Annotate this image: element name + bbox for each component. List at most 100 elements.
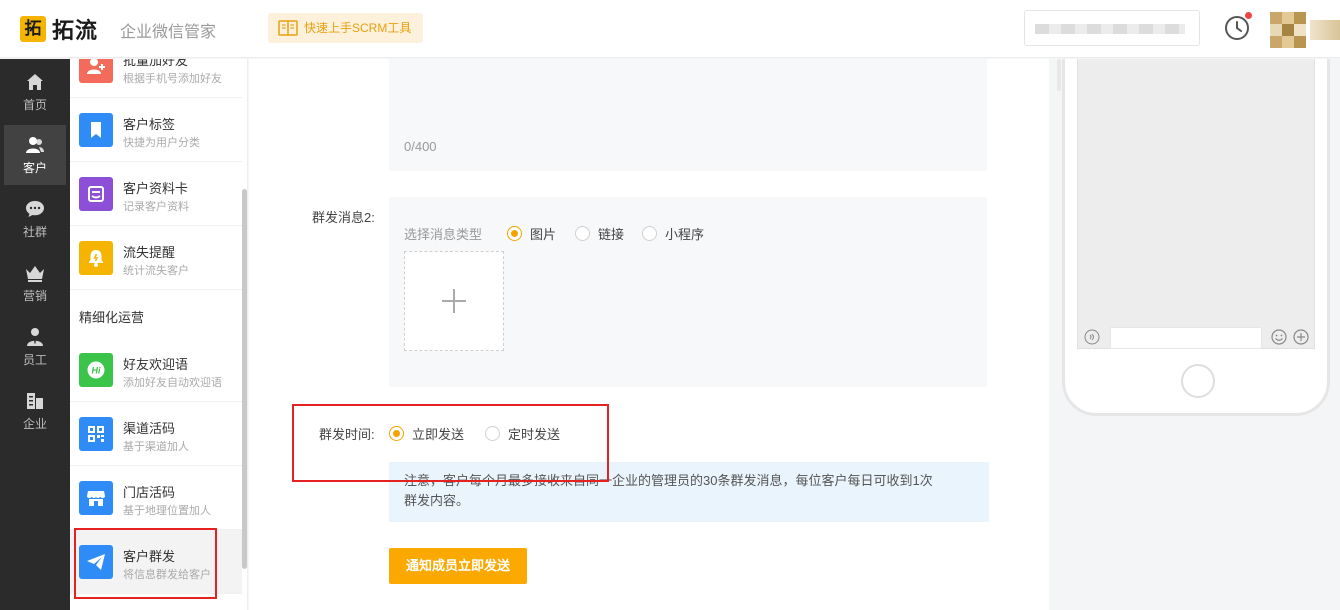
message1-textarea[interactable]: 0/400 [389,59,987,171]
sub-item-desc: 基于地理位置加人 [123,505,211,517]
sub-item-desc: 统计流失客户 [123,265,189,277]
sub-item-title: 流失提醒 [123,245,176,260]
hi-icon: Hi [79,353,113,387]
nav-marketing[interactable]: 营销 [4,253,66,313]
sub-item-batch-add[interactable]: 批量加好友 根据手机号添加好友 [70,59,242,98]
scheduled-send-radio[interactable]: 定时发送 [485,424,560,443]
main-content: 0/400 群发消息2: 选择消息类型 图片 链接 小程序 群发时间: 立即发送… [249,59,1049,610]
sub-item-desc: 基于渠道加人 [123,441,189,453]
notification-dot [1245,12,1252,19]
crown-icon [26,265,44,282]
store-icon [79,481,113,515]
phone-message-input [1110,327,1262,349]
sub-item-title: 渠道活码 [123,421,176,436]
char-counter: 0/400 [404,139,437,154]
sub-item-title: 好友欢迎语 [123,357,189,372]
svg-text:Hi: Hi [92,366,101,376]
send-now-radio[interactable]: 立即发送 [389,424,464,443]
nav-home-label: 首页 [22,97,47,112]
type-image-radio[interactable]: 图片 [507,224,556,243]
sub-item-welcome[interactable]: Hi 好友欢迎语 添加好友自动欢迎语 [70,338,242,402]
nav-enterprise-label: 企业 [22,416,47,431]
nav-home[interactable]: 首页 [4,62,66,122]
nav-community[interactable]: 社群 [4,189,66,249]
message-type-label: 选择消息类型 [404,227,483,242]
voice-icon [1084,329,1100,345]
radio-label: 小程序 [665,227,705,242]
send-time-label: 群发时间: [319,427,375,442]
sub-item-desc: 添加好友自动欢迎语 [123,377,222,389]
add-friend-icon [79,59,113,83]
phone-screen [1077,59,1315,349]
building-icon [27,392,43,409]
sub-item-profile-card[interactable]: 客户资料卡 记录客户资料 [70,162,242,226]
bell-icon [79,241,113,275]
main-nav: 首页 客户 社群 营销 员工 企业 [0,59,70,610]
top-bar: 拓 拓流 企业微信管家 快速上手SCRM工具 [0,0,1340,58]
staff-icon [27,327,43,346]
paper-plane-icon [79,545,113,579]
emoji-icon [1271,329,1287,345]
chat-icon [26,200,44,217]
notice-text-line1: 注意，客户每个月最多接收来自同一企业的管理员的30条群发消息，每位客户每日可收到… [404,473,933,488]
app-subtitle: 企业微信管家 [120,24,217,41]
radio-dot [389,426,404,441]
sub-item-title: 客户群发 [123,549,176,564]
radio-label: 链接 [598,227,625,242]
notice-box: 注意，客户每个月最多接收来自同一企业的管理员的30条群发消息，每位客户每日可收到… [389,462,989,522]
plus-icon [442,289,466,313]
sub-item-desc: 根据手机号添加好友 [123,73,222,85]
image-upload[interactable] [404,251,504,351]
radio-dot [575,226,590,241]
sidebar-scrollbar[interactable] [242,189,247,569]
nav-customer[interactable]: 客户 [4,125,66,185]
home-icon [27,73,43,90]
phone-home-button [1181,364,1215,398]
notify-send-button[interactable]: 通知成员立即发送 [389,548,527,584]
sub-item-mass-send[interactable]: 客户群发 将信息群发给客户 [70,530,242,594]
section-title: 精细化运营 [79,310,145,325]
card-icon [79,177,113,211]
blurred-username [1310,20,1340,40]
radio-dot [507,226,522,241]
nav-marketing-label: 营销 [22,288,47,303]
account-selector[interactable] [1024,10,1200,46]
sub-item-channel-code[interactable]: 渠道活码 基于渠道加人 [70,402,242,466]
nav-staff[interactable]: 员工 [4,317,66,377]
nav-enterprise[interactable]: 企业 [4,381,66,441]
clock-icon[interactable] [1224,15,1250,41]
nav-staff-label: 员工 [22,352,47,367]
logo-mark: 拓 [20,16,46,42]
phone-preview [1062,59,1330,416]
sub-item-title: 客户资料卡 [123,181,189,196]
sub-item-tags[interactable]: 客户标签 快捷为用户分类 [70,98,242,162]
radio-label: 图片 [530,227,557,242]
type-miniprogram-radio[interactable]: 小程序 [642,224,704,243]
sub-item-title: 批量加好友 [123,59,189,68]
sub-item-desc: 记录客户资料 [123,201,189,213]
sub-item-desc: 快捷为用户分类 [123,137,200,149]
msg2-label: 群发消息2: [312,210,375,225]
bookmark-icon [79,113,113,147]
sub-item-store-code[interactable]: 门店活码 基于地理位置加人 [70,466,242,530]
avatar[interactable] [1270,12,1306,48]
quick-start-button[interactable]: 快速上手SCRM工具 [268,13,424,43]
qrcode-icon [79,417,113,451]
type-link-radio[interactable]: 链接 [575,224,624,243]
phone-side-button [1057,59,1061,91]
radio-label: 立即发送 [412,427,465,442]
sub-nav: 批量加好友 根据手机号添加好友 客户标签 快捷为用户分类 客户资料卡 记录客户资… [70,59,248,610]
logo-text: 拓流 [52,18,99,43]
quick-start-label: 快速上手SCRM工具 [304,21,412,35]
book-icon [278,20,298,36]
radio-dot [485,426,500,441]
sub-item-desc: 将信息群发给客户 [123,569,211,581]
nav-customer-label: 客户 [22,160,47,175]
sub-item-churn-alert[interactable]: 流失提醒 统计流失客户 [70,226,242,290]
radio-label: 定时发送 [508,427,561,442]
notice-text-line2: 群发内容。 [404,493,470,508]
nav-community-label: 社群 [22,224,47,239]
message2-panel: 选择消息类型 图片 链接 小程序 [389,197,987,387]
sub-item-title: 客户标签 [123,117,176,132]
customer-icon [26,136,44,153]
